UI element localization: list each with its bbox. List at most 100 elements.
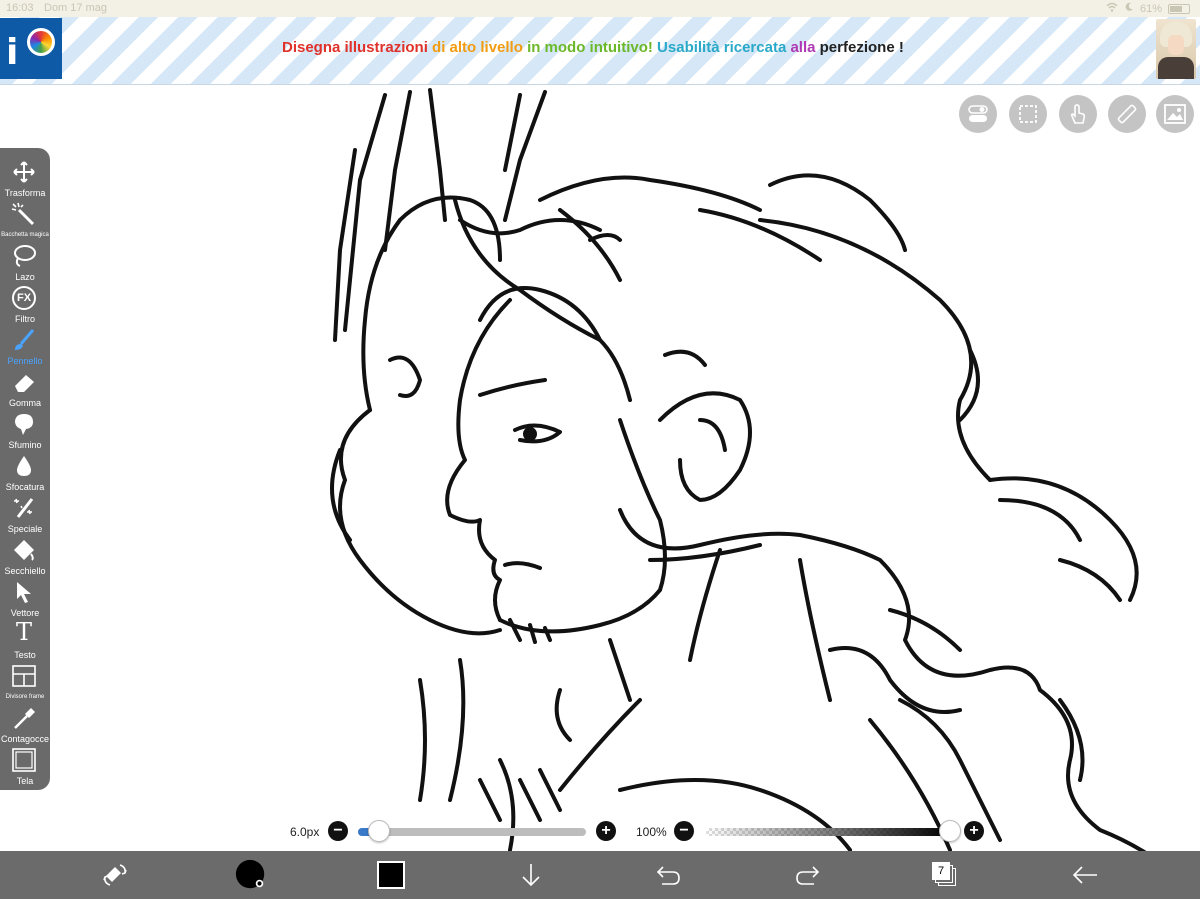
toggle-icon [968,105,988,122]
brush-size-slider-handle[interactable] [367,820,390,842]
tool-label: Pennello [7,356,43,366]
tool-canvas[interactable]: Tela [0,744,50,786]
drawing-canvas[interactable] [0,86,1200,851]
bottom-toolbar: 7 [0,851,1200,899]
brush-size-slider[interactable] [358,828,586,836]
eyedropper-icon [14,708,35,729]
tool-brush[interactable]: Pennello [0,324,50,366]
tool-label: Gomma [8,398,41,408]
banner-segment: alla [790,39,820,56]
banner-segment: Usabilità ricercata [657,39,791,56]
hand-touch-icon [1070,104,1086,124]
smudge-icon [15,414,33,435]
tool-label: Tela [16,776,34,786]
tool-label: Sfocatura [5,482,45,492]
battery-icon [1168,3,1190,14]
tool-label: Secchiello [4,566,46,576]
vector-arrow-icon [17,582,31,603]
tool-label: Speciale [7,524,43,534]
undo-icon [656,866,680,885]
selection-button[interactable] [1009,95,1047,133]
opacity-slider[interactable] [706,828,950,836]
banner-segment: ! [898,39,904,56]
tool-blur[interactable]: Sfocatura [0,450,50,492]
opacity-decrease-button[interactable]: − [674,821,694,841]
ruler-button[interactable] [1108,95,1146,133]
redo-icon [796,866,820,885]
ruler-icon [1117,104,1137,124]
tool-text[interactable]: T Testo [0,618,50,660]
ad-banner[interactable]: i Disegna illustrazioni di alto livello … [0,17,1200,85]
bucket-icon [14,540,34,561]
eraser-icon [15,375,34,392]
lasso-icon [14,245,36,267]
tool-frame-divider[interactable]: Divisore frame [0,660,50,702]
tool-filter[interactable]: FX Filtro [0,282,50,324]
tool-label: Trasforma [4,188,46,198]
tool-panel: Trasforma Bacchetta magica Lazo FX Filtr… [0,148,50,790]
brush-icon [15,329,35,350]
touch-mode-button[interactable] [1059,95,1097,133]
back-arrow-icon [1072,866,1097,884]
fx-icon: FX [12,286,36,310]
tool-label: Contagocce [0,734,50,744]
tool-special[interactable]: Speciale [0,492,50,534]
back-button[interactable] [1068,859,1102,891]
tool-smudge[interactable]: Sfumino [0,408,50,450]
banner-character-image [1156,19,1196,79]
toggle-panel-button[interactable] [959,95,997,133]
banner-segment: livello [480,39,528,56]
status-bar: 16:03 Dom 17 mag 61% [0,0,1200,17]
tool-magic-wand[interactable]: Bacchetta magica [0,198,50,240]
brush-size-preview-icon [235,859,265,889]
move-icon [13,161,35,183]
brush-size-value: 6.0px [290,825,320,839]
ibispaint-logo-icon[interactable]: i [0,18,62,79]
reference-image-icon [1164,104,1186,124]
brush-preview-button[interactable] [234,859,268,891]
frame-divider-icon [12,665,36,687]
opacity-slider-handle[interactable] [939,820,961,842]
tool-bucket[interactable]: Secchiello [0,534,50,576]
magic-wand-icon [11,202,35,226]
canvas-icon [12,748,36,772]
layers-button[interactable]: 7 [928,859,962,891]
tool-label: Testo [14,650,36,660]
text-icon: T [15,618,32,646]
tool-lasso[interactable]: Lazo [0,240,50,282]
tool-eyedropper[interactable]: Contagocce [0,702,50,744]
banner-segment: di alto [432,39,481,56]
color-button[interactable] [374,859,408,891]
brush-sliders: 6.0px − + 100% − + [0,818,1200,846]
status-date: Dom 17 mag [44,2,107,14]
app-window: 16:03 Dom 17 mag 61% i Disegna illustraz… [0,0,1200,899]
sketch-drawing [330,88,1147,851]
redo-button[interactable] [790,859,824,891]
tool-label: Divisore frame [5,694,45,700]
tool-label: Vettore [10,608,40,618]
tool-eraser[interactable]: Gomma [0,366,50,408]
status-time: 16:03 [6,2,34,14]
tool-label: Bacchetta magica [1,232,49,238]
color-swatch-icon [377,861,405,889]
layer-count: 7 [932,862,950,880]
brush-size-increase-button[interactable]: + [596,821,616,841]
undo-button[interactable] [652,859,686,891]
download-button[interactable] [514,859,548,891]
swap-color-eraser-icon [103,864,127,886]
selection-icon [1019,105,1037,123]
tool-vector[interactable]: Vettore [0,576,50,618]
brush-size-decrease-button[interactable]: − [328,821,348,841]
tool-label: Sfumino [8,440,42,450]
layers-icon: 7 [932,862,958,888]
special-wand-icon [14,498,34,518]
blur-drop-icon [17,456,31,476]
moon-icon [1124,2,1134,15]
opacity-value: 100% [636,825,667,839]
opacity-increase-button[interactable]: + [964,821,984,841]
swap-button[interactable] [98,859,132,891]
tool-label: Lazo [15,272,35,282]
banner-segment: perfezione [819,39,899,56]
reference-window-button[interactable] [1156,95,1194,133]
tool-transform[interactable]: Trasforma [0,156,50,198]
